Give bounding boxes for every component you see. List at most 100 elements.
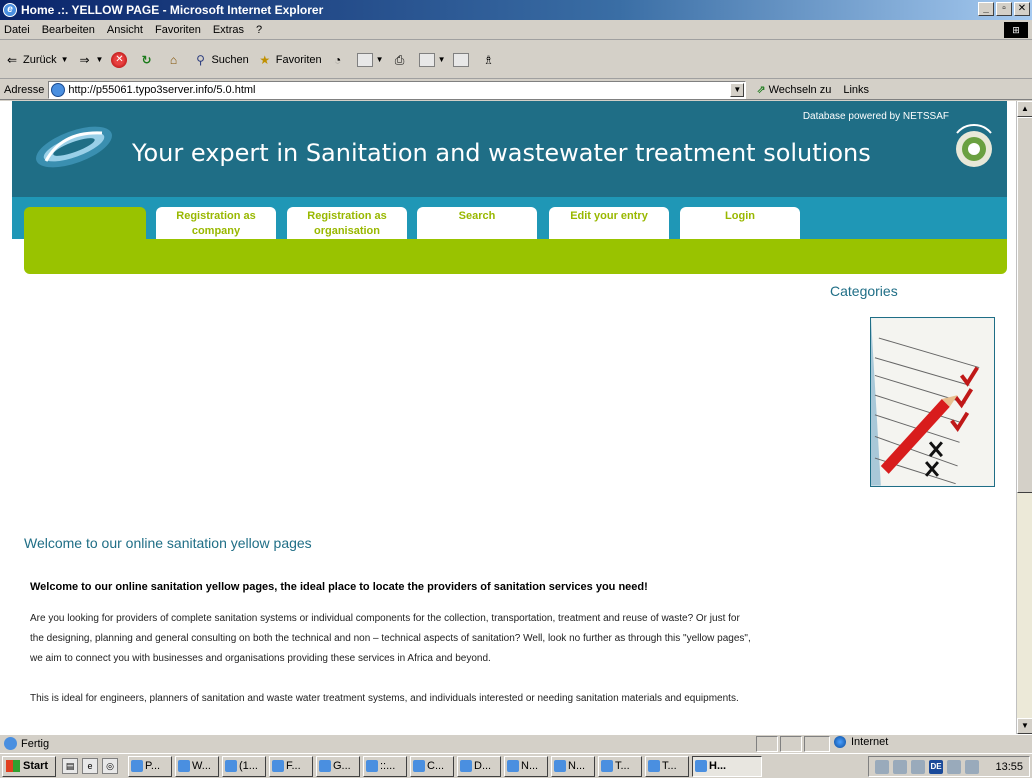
site-logo [36,126,112,168]
scroll-down-icon[interactable]: ▼ [1017,718,1032,734]
nav-registration-company[interactable]: Registration as company [156,207,276,241]
go-button[interactable]: ⇗ Wechseln zu [756,83,831,97]
language-indicator[interactable]: DE [929,759,943,774]
menu-datei[interactable]: Datei [4,24,30,36]
show-desktop-icon[interactable]: ▤ [62,758,78,774]
start-button[interactable]: Start [2,755,56,777]
task-label: ::... [380,760,396,772]
task-app-icon [554,760,566,772]
back-dropdown-icon[interactable]: ▼ [61,55,69,64]
maximize-button[interactable]: ▫ [996,2,1012,16]
minimize-button[interactable]: _ [978,2,994,16]
task-app-icon [460,760,472,772]
nav-search[interactable]: Search [417,207,537,241]
task-app-icon [319,760,331,772]
task-app-icon [695,760,707,772]
links-button[interactable]: Links [843,84,869,96]
forward-dropdown-icon[interactable]: ▼ [96,55,104,64]
home-button[interactable]: ⌂ [165,52,184,68]
ie-quicklaunch-icon[interactable]: e [82,758,98,774]
address-dropdown-icon[interactable]: ▼ [730,82,745,97]
task-button[interactable]: G... [316,755,360,777]
back-button[interactable]: ⇐ Zurück ▼ [4,52,69,68]
stop-button[interactable]: ✕ [111,51,130,68]
home-icon: ⌂ [169,52,178,67]
para1-line2: the designing, planning and general cons… [30,633,751,644]
task-app-icon [413,760,425,772]
search-icon: ⚲ [196,52,205,67]
powered-by-text: Database powered by NETSSAF [802,111,949,122]
welcome-title: Welcome to our online sanitation yellow … [24,535,312,551]
network-tray-icon[interactable] [875,759,889,774]
task-button-active[interactable]: H... [692,755,762,777]
address-input[interactable]: http://p55061.typo3server.info/5.0.html … [48,80,747,99]
menu-bearbeiten[interactable]: Bearbeiten [42,24,95,36]
task-label: P... [145,760,161,772]
page-viewport: Your expert in Sanitation and wastewater… [0,101,1032,734]
forward-button[interactable]: ⇒ ▼ [77,52,104,68]
nav-registration-organisation[interactable]: Registration as organisation [287,207,407,241]
forward-arrow-icon: ⇒ [79,52,90,67]
history-button[interactable]: ▼ [356,52,384,67]
task-button[interactable]: W... [175,755,219,777]
window-title: Home .:. YELLOW PAGE - Microsoft Interne… [21,3,324,17]
checklist-image [870,317,995,487]
close-button[interactable]: ✕ [1014,2,1030,16]
refresh-button[interactable]: ↻ [138,52,157,68]
stop-icon: ✕ [111,51,128,68]
scroll-up-icon[interactable]: ▲ [1017,101,1032,117]
task-button[interactable]: P... [128,755,172,777]
ie-icon: e [3,3,17,17]
task-button[interactable]: T... [598,755,642,777]
task-label: T... [615,760,630,772]
discuss-button[interactable] [453,52,472,67]
sync-tray-icon[interactable] [911,759,925,774]
task-button[interactable]: C... [410,755,454,777]
favorites-icon: ★ [259,52,271,67]
task-button[interactable]: F... [269,755,313,777]
back-arrow-icon: ⇐ [6,52,18,67]
back-label: Zurück [23,53,57,66]
print-button[interactable]: ⎙ [392,52,411,68]
menu-bar: Datei Bearbeiten Ansicht Favoriten Extra… [0,20,1032,40]
menu-ansicht[interactable]: Ansicht [107,24,143,36]
task-button[interactable]: N... [504,755,548,777]
address-label: Adresse [4,83,45,96]
task-buttons: P... W... (1... F... G... ::... C... D..… [128,755,762,777]
menu-help[interactable]: ? [256,24,262,36]
zone-label: Internet [851,736,889,748]
outlook-quicklaunch-icon[interactable]: ◎ [102,758,118,774]
categories-heading[interactable]: Categories [830,283,898,299]
task-app-icon [601,760,613,772]
refresh-icon: ↻ [141,52,152,67]
nav-login[interactable]: Login [680,207,800,241]
toolbar: ⇐ Zurück ▼ ⇒ ▼ ✕ ↻ ⌂ ⚲ Suchen ★ Favorite… [0,41,1032,79]
menu-extras[interactable]: Extras [213,24,244,36]
discuss-icon [453,52,470,67]
task-button[interactable]: ::... [363,755,407,777]
search-button[interactable]: ⚲ Suchen [192,52,249,68]
messenger-button[interactable]: ♗ [480,52,499,68]
edit-button[interactable]: ▼ [418,52,445,67]
media-button[interactable]: ◔ [330,52,349,68]
favorites-button[interactable]: ★ Favoriten [257,52,321,68]
nav-edit-entry[interactable]: Edit your entry [549,207,669,241]
nav-tab-home[interactable] [24,207,146,241]
quick-launch: ▤ e ◎ [62,758,118,774]
security-zone: Internet [834,736,888,748]
antivirus-tray-icon[interactable] [965,759,979,774]
task-button[interactable]: T... [645,755,689,777]
task-label: D... [474,760,492,772]
shield-tray-icon[interactable] [947,759,961,774]
vertical-scrollbar[interactable]: ▲ ▼ [1016,101,1032,734]
task-button[interactable]: (1... [222,755,266,777]
menu-favoriten[interactable]: Favoriten [155,24,201,36]
task-button[interactable]: N... [551,755,595,777]
volume-tray-icon[interactable] [893,759,907,774]
task-label: G... [333,760,351,772]
history-icon [356,52,373,67]
clock[interactable]: 13:55 [995,761,1023,773]
scroll-thumb[interactable] [1017,117,1032,493]
task-button[interactable]: D... [457,755,501,777]
internet-globe-icon [834,736,846,748]
